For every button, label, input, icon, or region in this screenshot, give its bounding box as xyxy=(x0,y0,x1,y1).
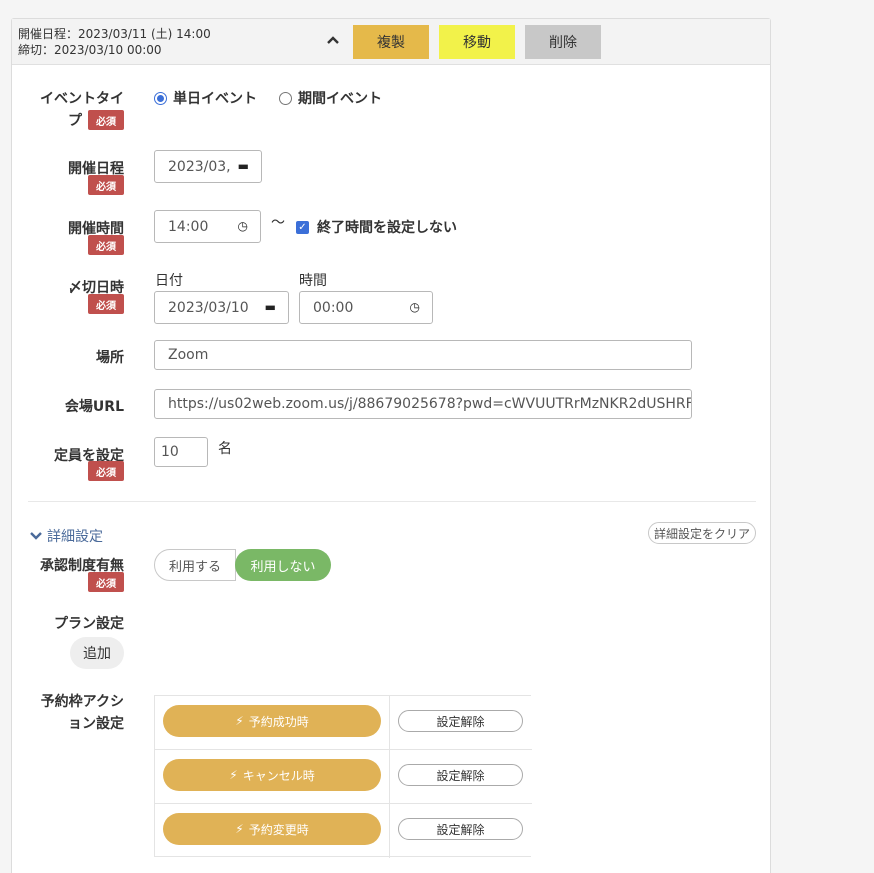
action-clear-button[interactable]: 設定解除 xyxy=(398,764,523,786)
deadline-date-value: 2023/03/10 xyxy=(168,299,249,316)
details-toggle-label: 詳細設定 xyxy=(47,529,103,545)
schedule-summary: 開催日程：2023/03/11 (土) 14:00 xyxy=(18,27,211,41)
start-time-value: 14:00 xyxy=(168,218,209,235)
action-label: 予約変更時 xyxy=(248,822,309,837)
required-badge: 必須 xyxy=(88,110,124,130)
actions-table: ⚡ 予約成功時 設定解除 ⚡ キャンセル時 設定解除 ⚡ 予約変更時 設定解除 xyxy=(154,695,532,858)
action-cancel-button[interactable]: ⚡ キャンセル時 xyxy=(163,759,381,791)
venue-url-label: 会場URL xyxy=(64,399,124,415)
move-button[interactable]: 移動 xyxy=(439,25,515,59)
required-badge: 必須 xyxy=(88,572,124,592)
add-plan-button[interactable]: 追加 xyxy=(70,637,124,669)
section-divider xyxy=(28,501,756,502)
bolt-icon: ⚡ xyxy=(235,714,244,728)
chevron-down-icon xyxy=(30,532,42,540)
collapse-chevron-icon[interactable] xyxy=(326,34,340,49)
no-end-time-checkbox[interactable]: ✓ xyxy=(296,221,309,234)
deadline-date-caption: 日付 xyxy=(155,273,183,289)
required-badge: 必須 xyxy=(88,175,124,195)
bolt-icon: ⚡ xyxy=(235,822,244,836)
action-clear-button[interactable]: 設定解除 xyxy=(398,818,523,840)
venue-url-value: https://us02web.zoom.us/j/88679025678?pw… xyxy=(168,396,692,412)
calendar-icon[interactable]: ▬ xyxy=(265,300,276,314)
action-clear-button[interactable]: 設定解除 xyxy=(398,710,523,732)
actions-label: 予約枠アクシ xyxy=(40,694,124,710)
clock-icon[interactable]: ◷ xyxy=(410,300,420,314)
deadline-summary: 締切：2023/03/10 00:00 xyxy=(18,43,162,57)
location-input[interactable]: Zoom xyxy=(154,340,692,370)
approval-use-option[interactable]: 利用する xyxy=(154,549,236,581)
table-divider xyxy=(389,696,390,858)
clock-icon[interactable]: ◷ xyxy=(238,219,248,233)
deadline-time-caption: 時間 xyxy=(299,273,327,289)
bolt-icon: ⚡ xyxy=(229,768,238,782)
deadline-time-input[interactable]: 00:00 ◷ xyxy=(299,291,433,324)
event-type-label: イベントタイ xyxy=(40,91,124,107)
action-label: キャンセル時 xyxy=(242,768,315,783)
delete-button[interactable]: 削除 xyxy=(525,25,601,59)
action-label: 予約成功時 xyxy=(248,714,309,729)
card-header: 開催日程：2023/03/11 (土) 14:00 締切：2023/03/10 … xyxy=(12,19,770,65)
plan-label: プラン設定 xyxy=(54,616,124,632)
venue-url-input[interactable]: https://us02web.zoom.us/j/88679025678?pw… xyxy=(154,389,692,419)
required-badge: 必須 xyxy=(88,461,124,481)
event-type-label-cont: プ xyxy=(68,113,82,129)
table-divider xyxy=(155,803,532,804)
location-value: Zoom xyxy=(168,347,209,363)
single-day-radio[interactable] xyxy=(154,92,167,105)
table-divider xyxy=(155,749,532,750)
capacity-input[interactable]: 10 xyxy=(154,437,208,467)
deadline-time-value: 00:00 xyxy=(313,299,354,316)
start-time-input[interactable]: 14:00 ◷ xyxy=(154,210,261,243)
range-tilde: 〜 xyxy=(271,215,285,231)
approval-not-use-option[interactable]: 利用しない xyxy=(235,549,331,581)
clear-details-button[interactable]: 詳細設定をクリア xyxy=(648,522,756,544)
capacity-value: 10 xyxy=(161,444,179,460)
required-badge: 必須 xyxy=(88,294,124,314)
single-day-option[interactable]: 単日イベント xyxy=(173,88,257,108)
capacity-unit: 名 xyxy=(218,441,232,457)
action-change-button[interactable]: ⚡ 予約変更時 xyxy=(163,813,381,845)
calendar-icon[interactable]: ▬ xyxy=(238,159,249,173)
period-event-radio[interactable] xyxy=(279,92,292,105)
actions-label-cont: ョン設定 xyxy=(68,716,124,732)
no-end-time-label[interactable]: 終了時間を設定しない xyxy=(317,217,457,237)
action-success-button[interactable]: ⚡ 予約成功時 xyxy=(163,705,381,737)
event-date-input[interactable]: 2023/03, ▬ xyxy=(154,150,262,183)
duplicate-button[interactable]: 複製 xyxy=(353,25,429,59)
event-date-value: 2023/03, xyxy=(168,158,231,175)
event-card: 開催日程：2023/03/11 (土) 14:00 締切：2023/03/10 … xyxy=(11,18,771,873)
period-event-option[interactable]: 期間イベント xyxy=(298,88,382,108)
deadline-date-input[interactable]: 2023/03/10 ▬ xyxy=(154,291,289,324)
details-toggle[interactable]: 詳細設定 xyxy=(29,526,103,546)
required-badge: 必須 xyxy=(88,235,124,255)
location-label: 場所 xyxy=(96,350,124,366)
